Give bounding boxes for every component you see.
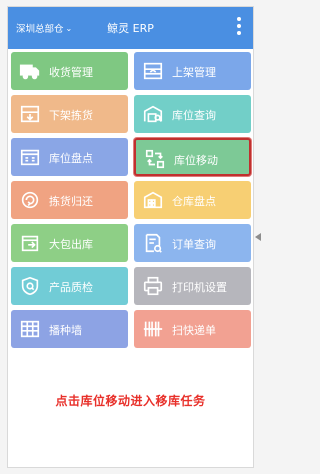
tile-label: 仓库盘点 [172,195,216,208]
tile-location-move[interactable]: 库位移动 [134,138,251,176]
tile-label: 播种墙 [49,324,82,337]
tile-label: 上架管理 [172,66,216,79]
tile-return[interactable]: 拣货归还 [11,181,128,219]
more-menu-icon[interactable] [236,17,242,39]
location-count-icon [19,146,41,168]
tile-order-query[interactable]: 订单查询 [134,224,251,262]
return-icon [19,189,41,211]
tile-label: 扫快递单 [172,324,216,337]
shelf-up-icon [142,60,164,82]
seed-wall-icon [19,318,41,340]
tile-label: 大包出库 [49,238,93,251]
tile-truck[interactable]: 收货管理 [11,52,128,90]
app-title: 鲸灵 ERP [107,22,154,35]
package-out-icon [19,232,41,254]
shelf-down-icon [19,103,41,125]
tile-printer[interactable]: 打印机设置 [134,267,251,305]
order-query-icon [142,232,164,254]
side-arrow-icon [255,233,261,241]
tile-shelf-down[interactable]: 下架拣货 [11,95,128,133]
phone-screen: 深圳总部仓 ⌄ 鲸灵 ERP 收货管理 上架管理下架拣货 库位查询库位盘点 库位移动拣货… [7,6,254,468]
warehouse-count-icon [142,189,164,211]
tile-shelf-up[interactable]: 上架管理 [134,52,251,90]
tile-warehouse-search[interactable]: 库位查询 [134,95,251,133]
truck-icon [19,60,41,82]
tile-label: 库位查询 [172,109,216,122]
instruction-caption: 点击库位移动进入移库任务 [55,394,206,408]
tile-label: 库位盘点 [49,152,93,165]
printer-icon [142,275,164,297]
location-move-icon [144,148,166,170]
tile-label: 订单查询 [172,238,216,251]
tile-label: 库位移动 [174,154,218,167]
tile-label: 拣货归还 [49,195,93,208]
tile-warehouse-count[interactable]: 仓库盘点 [134,181,251,219]
tile-label: 产品质检 [49,281,93,294]
scan-express-icon [142,318,164,340]
tile-quality-check[interactable]: 产品质检 [11,267,128,305]
tile-scan-express[interactable]: 扫快递单 [134,310,251,348]
tile-label: 打印机设置 [172,281,227,294]
tile-label: 收货管理 [49,66,93,79]
app-header: 深圳总部仓 ⌄ 鲸灵 ERP [8,7,253,49]
tile-seed-wall[interactable]: 播种墙 [11,310,128,348]
tile-label: 下架拣货 [49,109,93,122]
tile-location-count[interactable]: 库位盘点 [11,138,128,176]
warehouse-search-icon [142,103,164,125]
tile-package-out[interactable]: 大包出库 [11,224,128,262]
quality-check-icon [19,275,41,297]
